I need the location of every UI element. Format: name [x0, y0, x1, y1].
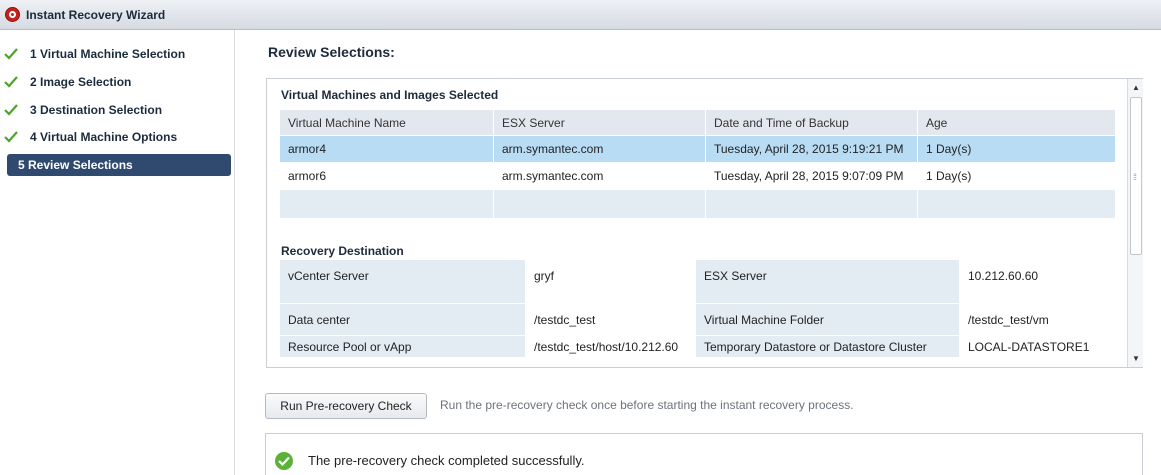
esx-server-cell: arm.symantec.com [493, 135, 706, 163]
wizard-app-icon [5, 7, 20, 22]
run-pre-recovery-check-button[interactable]: Run Pre-recovery Check [265, 393, 427, 419]
table-row[interactable]: armor4 arm.symantec.com Tuesday, April 2… [279, 135, 1116, 163]
column-header-age[interactable]: Age [917, 109, 1116, 136]
destination-value: /testdc_test/host/10.212.60 [525, 335, 696, 358]
age-cell: 1 Day(s) [917, 162, 1116, 190]
window-title: Instant Recovery Wizard [26, 7, 166, 22]
checkmark-icon [4, 130, 20, 144]
column-header-backup-date[interactable]: Date and Time of Backup [705, 109, 918, 136]
page-title: Review Selections: [268, 44, 395, 60]
step-label: 5 Review Selections [18, 158, 133, 172]
scroll-down-arrow-icon[interactable]: ▼ [1129, 351, 1143, 365]
window-titlebar: Instant Recovery Wizard [0, 0, 1161, 30]
destination-value: LOCAL-DATASTORE1 [959, 335, 1116, 358]
step-label: 3 Destination Selection [30, 103, 163, 117]
scroll-thumb[interactable]: ⁞⁞ [1130, 97, 1142, 255]
step-virtual-machine-selection[interactable]: 1 Virtual Machine Selection [4, 43, 228, 65]
destination-key: Temporary Datastore or Datastore Cluster [695, 335, 960, 358]
precheck-hint: Run the pre-recovery check once before s… [440, 398, 854, 412]
destination-value: 10.212.60.60 [959, 259, 1116, 304]
vm-name-cell: armor4 [279, 135, 494, 163]
vm-name-cell: armor6 [279, 162, 494, 190]
success-check-icon [275, 452, 293, 470]
destination-row: Resource Pool or vApp /testdc_test/host/… [279, 335, 1116, 358]
empty-table-row [279, 189, 1116, 219]
backup-date-cell: Tuesday, April 28, 2015 9:07:09 PM [705, 162, 918, 190]
recovery-destination-table: vCenter Server gryf ESX Server 10.212.60… [279, 259, 1116, 358]
destination-key: Data center [279, 303, 526, 336]
grip-icon: ⁞⁞ [1133, 172, 1137, 182]
step-image-selection[interactable]: 2 Image Selection [4, 71, 228, 93]
vertical-scrollbar[interactable]: ▲ ⁞⁞ ▼ [1127, 79, 1143, 367]
destination-key: Resource Pool or vApp [279, 335, 526, 358]
step-destination-selection[interactable]: 3 Destination Selection [4, 99, 228, 121]
precheck-result-text: The pre-recovery check completed success… [308, 453, 585, 468]
checkmark-icon [4, 75, 20, 89]
scroll-up-arrow-icon[interactable]: ▲ [1129, 80, 1143, 94]
step-label: 1 Virtual Machine Selection [30, 47, 186, 61]
precheck-result-box: The pre-recovery check completed success… [265, 433, 1143, 475]
age-cell: 1 Day(s) [917, 135, 1116, 163]
backup-date-cell: Tuesday, April 28, 2015 9:19:21 PM [705, 135, 918, 163]
destination-key: vCenter Server [279, 259, 526, 304]
destination-row: vCenter Server gryf ESX Server 10.212.60… [279, 259, 1116, 304]
destination-key: Virtual Machine Folder [695, 303, 960, 336]
destination-value: gryf [525, 259, 696, 304]
step-virtual-machine-options[interactable]: 4 Virtual Machine Options [4, 126, 228, 148]
table-row[interactable]: armor6 arm.symantec.com Tuesday, April 2… [279, 162, 1116, 190]
checkmark-icon [4, 103, 20, 117]
wizard-steps-sidebar: 1 Virtual Machine Selection 2 Image Sele… [0, 30, 235, 475]
esx-server-cell: arm.symantec.com [493, 162, 706, 190]
step-review-selections[interactable]: 5 Review Selections [7, 154, 231, 176]
column-header-esx-server[interactable]: ESX Server [493, 109, 706, 136]
destination-row: Data center /testdc_test Virtual Machine… [279, 303, 1116, 336]
destination-value: /testdc_test [525, 303, 696, 336]
step-label: 4 Virtual Machine Options [30, 130, 178, 144]
destination-section-title: Recovery Destination [281, 244, 404, 258]
column-header-vm-name[interactable]: Virtual Machine Name [279, 109, 494, 136]
destination-key: ESX Server [695, 259, 960, 304]
step-label: 2 Image Selection [30, 75, 132, 89]
vm-images-table: Virtual Machine Name ESX Server Date and… [279, 109, 1116, 219]
destination-value: /testdc_test/vm [959, 303, 1116, 336]
table-header-row: Virtual Machine Name ESX Server Date and… [279, 109, 1116, 136]
review-panel: Virtual Machines and Images Selected Vir… [266, 78, 1143, 368]
checkmark-icon [4, 47, 20, 61]
vm-section-title: Virtual Machines and Images Selected [281, 88, 499, 102]
